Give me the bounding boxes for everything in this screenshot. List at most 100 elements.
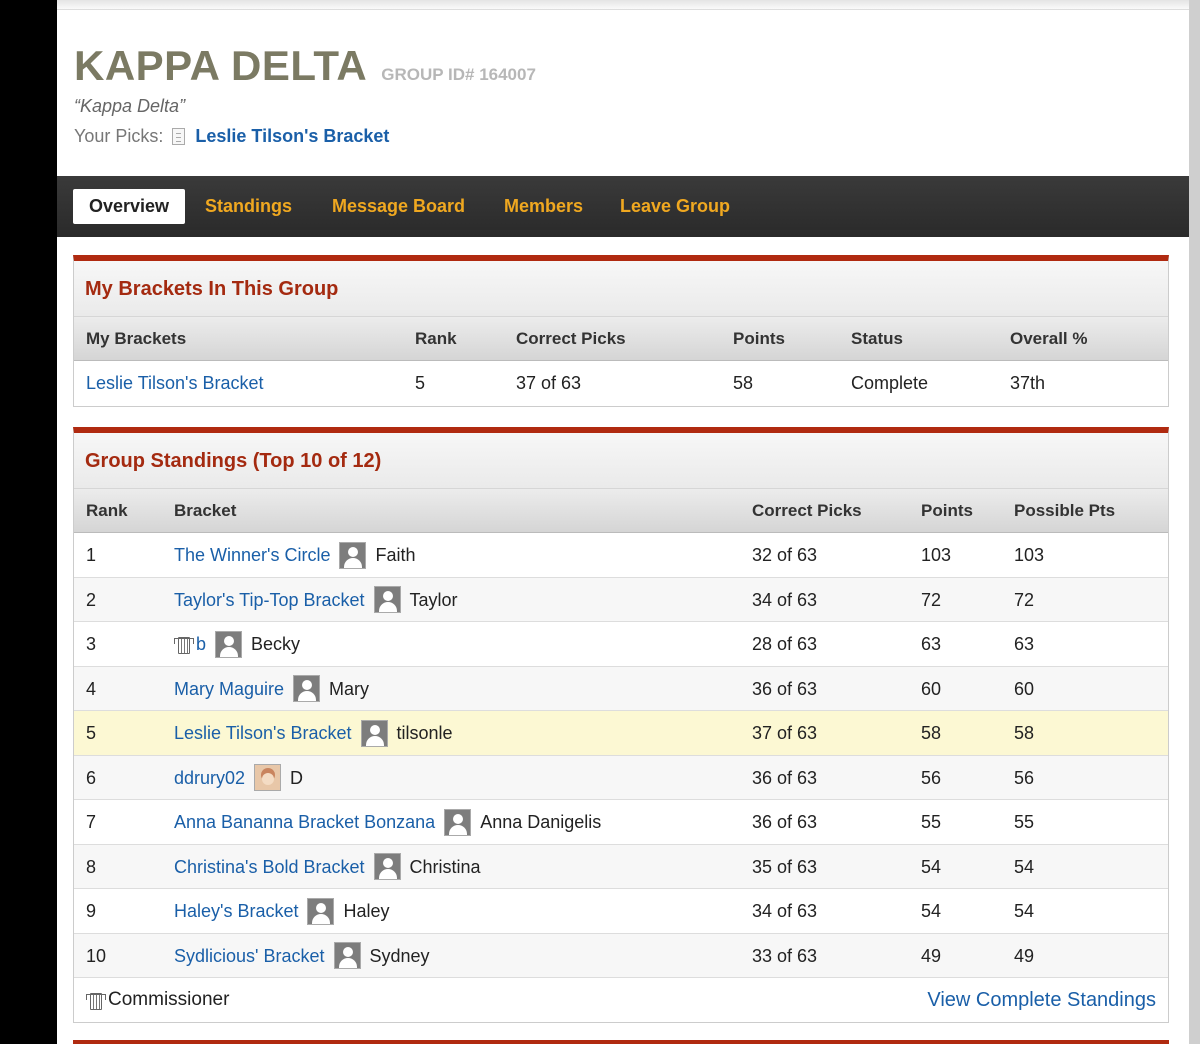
bracket-owner: Faith <box>375 545 416 565</box>
row-correct-picks: 34 of 63 <box>752 589 818 610</box>
row-possible-pts: 58 <box>1014 723 1035 743</box>
row-correct-picks: 35 of 63 <box>752 856 818 877</box>
user-avatar-icon[interactable] <box>360 719 388 747</box>
jersey-icon <box>86 992 106 1010</box>
col-rank: Rank <box>86 501 128 520</box>
row-bracket: Haley's Bracket Haley <box>174 889 390 933</box>
bracket-owner: Sydney <box>369 945 430 966</box>
table-row: 8 Christina's Bold Bracket Christina 35 of … <box>74 844 1168 889</box>
user-avatar-icon[interactable] <box>254 764 282 791</box>
row-correct-picks: 37 of 63 <box>752 723 818 743</box>
bracket-link[interactable]: Christina's Bold Bracket <box>174 845 365 889</box>
row-rank: 3 <box>86 634 97 654</box>
bracket-link[interactable]: Haley's Bracket <box>174 889 298 933</box>
col-possible-pts: Possible Pts <box>1014 501 1116 520</box>
row-correct-picks: 28 of 63 <box>752 634 818 654</box>
bracket-owner: D <box>290 767 304 788</box>
standings-footer: Commissioner View Complete Standings <box>74 978 1168 1022</box>
my-bracket-status: Complete <box>851 373 929 393</box>
user-avatar-icon[interactable] <box>215 630 243 658</box>
standings-header: Group Standings (Top 10 of 12) <box>74 433 1168 489</box>
top-strip <box>57 0 1189 10</box>
my-brackets-header: My Brackets In This Group <box>74 261 1168 317</box>
row-correct-picks: 32 of 63 <box>752 545 818 565</box>
col-rank: Rank <box>415 329 457 348</box>
col-my-brackets: My Brackets <box>86 329 187 348</box>
your-picks-link[interactable]: Leslie Tilson's Bracket <box>195 126 389 147</box>
row-rank: 6 <box>86 767 97 788</box>
user-avatar-icon[interactable] <box>339 541 367 569</box>
row-rank: 7 <box>86 812 97 832</box>
row-points: 56 <box>921 767 942 788</box>
row-possible-pts: 63 <box>1014 634 1035 654</box>
my-bracket-points: 58 <box>733 373 754 393</box>
bracket-link[interactable]: Sydlicious' Bracket <box>174 934 325 978</box>
row-bracket: Anna Bananna Bracket Bonzana Anna Danigel… <box>174 800 601 844</box>
tab-overview[interactable]: Overview <box>73 189 186 224</box>
user-avatar-icon[interactable] <box>444 808 472 836</box>
row-bracket: Sydlicious' Bracket Sydney <box>174 934 430 978</box>
group-standings-panel: Group Standings (Top 10 of 12) Rank Brac… <box>73 427 1169 1023</box>
row-bracket: Leslie Tilson's Bracket tilsonle <box>174 711 453 755</box>
bracket-link[interactable]: Mary Maguire <box>174 667 284 711</box>
my-bracket-link[interactable]: Leslie Tilson's Bracket <box>86 361 264 405</box>
tab-message-board[interactable]: Message Board <box>332 189 465 224</box>
row-possible-pts: 49 <box>1014 945 1035 966</box>
document-icon <box>172 128 186 145</box>
row-possible-pts: 103 <box>1014 545 1045 565</box>
group-id: GROUP ID# 164007 <box>381 65 536 84</box>
bracket-link[interactable]: Anna Bananna Bracket Bonzana <box>174 800 435 844</box>
table-row: 6 ddrury02 D 36 of 63 56 56 <box>74 755 1168 800</box>
bracket-link[interactable]: The Winner's Circle <box>174 533 330 577</box>
row-possible-pts: 55 <box>1014 812 1035 832</box>
row-rank: 10 <box>86 945 107 966</box>
row-rank: 2 <box>86 589 97 610</box>
standings-rows: 1 The Winner's Circle Faith 32 of 63 103 103 2… <box>74 533 1168 978</box>
row-possible-pts: 72 <box>1014 589 1035 610</box>
bracket-link[interactable]: ddrury02 <box>174 756 245 800</box>
user-avatar-icon[interactable] <box>333 942 361 969</box>
row-correct-picks: 34 of 63 <box>752 901 818 921</box>
row-points: 63 <box>921 634 942 654</box>
table-row: 4 Mary Maguire Mary 36 of 63 60 60 <box>74 666 1168 711</box>
row-rank: 1 <box>86 545 97 565</box>
row-bracket: Christina's Bold Bracket Christina <box>174 845 481 889</box>
bracket-owner: tilsonle <box>396 723 453 743</box>
tab-members[interactable]: Members <box>504 189 583 224</box>
table-row: 1 The Winner's Circle Faith 32 of 63 103 103 <box>74 533 1168 578</box>
bracket-owner: Becky <box>251 634 301 654</box>
table-row: 5 Leslie Tilson's Bracket tilsonle 37 of 63… <box>74 711 1168 756</box>
table-row: 7 Anna Bananna Bracket Bonzana Anna Danige… <box>74 800 1168 845</box>
table-row: 3 b Becky 28 of 63 63 63 <box>74 622 1168 667</box>
user-avatar-icon[interactable] <box>373 586 401 613</box>
row-correct-picks: 36 of 63 <box>752 812 818 832</box>
commissioner-legend: Commissioner <box>86 978 229 1022</box>
user-avatar-icon[interactable] <box>307 897 335 925</box>
col-status: Status <box>851 329 903 348</box>
bracket-link[interactable]: Taylor's Tip-Top Bracket <box>174 578 365 622</box>
bracket-owner: Taylor <box>409 589 458 610</box>
row-points: 103 <box>921 545 952 565</box>
tab-standings[interactable]: Standings <box>205 189 292 224</box>
col-correct-picks: Correct Picks <box>752 501 862 520</box>
bracket-link[interactable]: Leslie Tilson's Bracket <box>174 711 352 755</box>
row-points: 54 <box>921 901 942 921</box>
row-bracket: Taylor's Tip-Top Bracket Taylor <box>174 578 458 622</box>
bracket-link[interactable]: b <box>196 622 206 666</box>
row-correct-picks: 36 of 63 <box>752 767 818 788</box>
tab-leave-group[interactable]: Leave Group <box>620 189 730 224</box>
row-correct-picks: 36 of 63 <box>752 678 818 699</box>
col-points: Points <box>921 501 973 520</box>
table-row: 2 Taylor's Tip-Top Bracket Taylor 34 of 63 7… <box>74 577 1168 622</box>
row-rank: 8 <box>86 856 97 877</box>
row-bracket: ddrury02 D <box>174 756 303 800</box>
user-avatar-icon[interactable] <box>373 853 401 880</box>
my-brackets-title: My Brackets In This Group <box>85 278 339 300</box>
col-overall: Overall % <box>1010 329 1088 348</box>
window-edge <box>1189 0 1200 1044</box>
user-avatar-icon[interactable] <box>293 675 321 702</box>
row-correct-picks: 33 of 63 <box>752 945 818 966</box>
group-name: KAPPA DELTA <box>74 42 368 89</box>
view-complete-standings-link[interactable]: View Complete Standings <box>927 978 1156 1022</box>
row-points: 58 <box>921 723 942 743</box>
